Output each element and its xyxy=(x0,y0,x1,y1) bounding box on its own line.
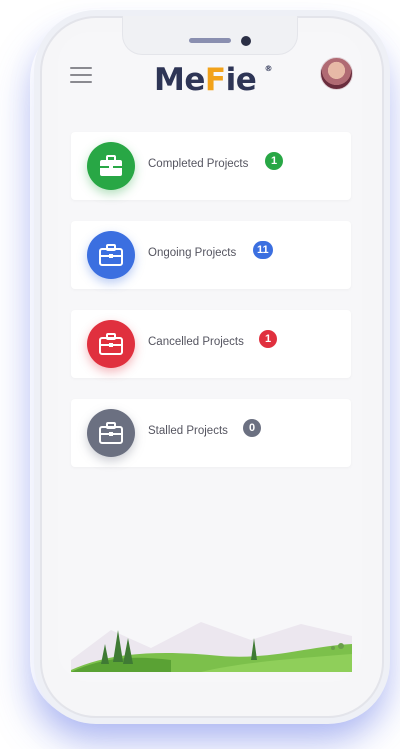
front-camera xyxy=(241,36,251,46)
completed-projects-count: 1 xyxy=(265,152,283,170)
briefcase-icon xyxy=(87,409,135,457)
cancelled-projects-card[interactable]: Cancelled Projects 1 xyxy=(71,310,351,378)
completed-projects-card[interactable]: Completed Projects 1 xyxy=(71,132,351,200)
user-avatar[interactable] xyxy=(320,57,353,90)
stalled-projects-card[interactable]: Stalled Projects 0 xyxy=(71,399,351,467)
ongoing-projects-label: Ongoing Projects xyxy=(148,247,237,259)
stalled-projects-count: 0 xyxy=(243,419,261,437)
logo-text-left: Me xyxy=(154,62,205,98)
briefcase-icon xyxy=(87,231,135,279)
registered-mark: ® xyxy=(264,64,273,73)
stalled-projects-label: Stalled Projects xyxy=(148,425,228,437)
landscape-illustration xyxy=(71,600,352,672)
hamburger-menu-icon[interactable] xyxy=(70,67,92,83)
cancelled-projects-label: Cancelled Projects xyxy=(148,336,244,348)
briefcase-icon xyxy=(87,142,135,190)
logo-text-right: ie xyxy=(225,62,257,98)
logo-text-key: F xyxy=(204,62,226,98)
ongoing-projects-card[interactable]: Ongoing Projects 11 xyxy=(71,221,351,289)
ongoing-projects-count: 11 xyxy=(253,241,273,259)
completed-projects-label: Completed Projects xyxy=(148,158,249,170)
phone-notch xyxy=(122,16,298,55)
speaker-grill xyxy=(189,38,231,43)
briefcase-icon xyxy=(87,320,135,368)
app-logo: MeFie ® xyxy=(154,62,272,102)
cancelled-projects-count: 1 xyxy=(259,330,277,348)
